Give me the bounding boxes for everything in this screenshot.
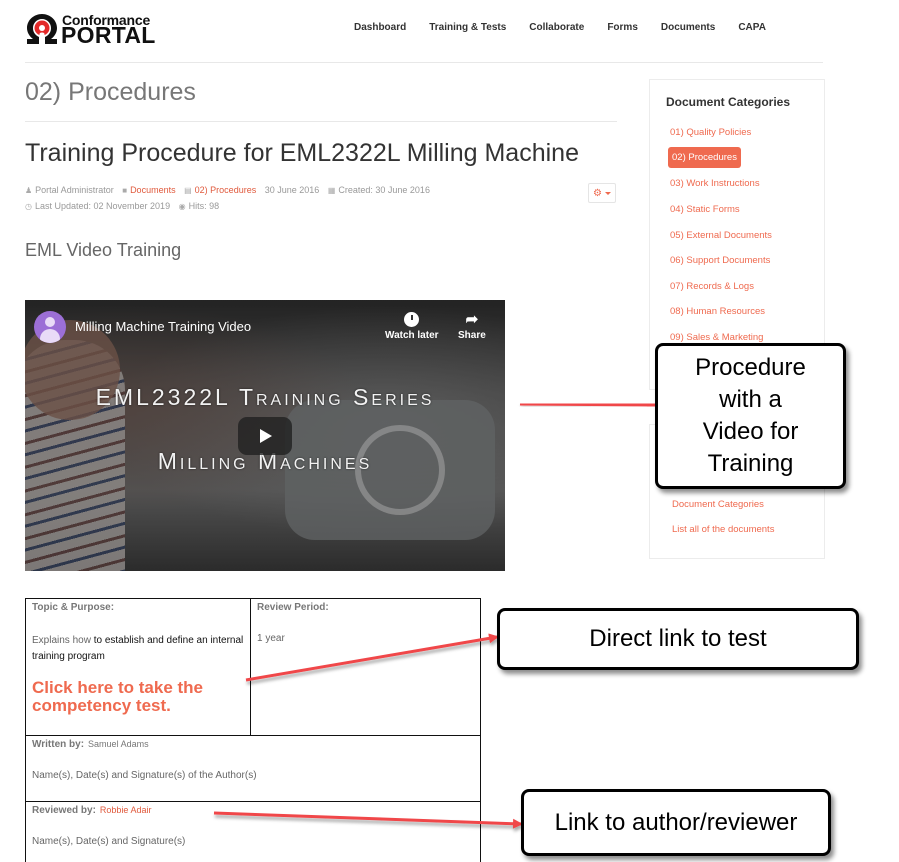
callout-author-reviewer: Link to author/reviewer	[521, 789, 831, 856]
link-document-categories[interactable]: Document Categories	[672, 499, 764, 510]
meta-last-updated: Last Updated: 02 November 2019	[34, 201, 171, 211]
main-nav: Dashboard Training & Tests Collaborate F…	[354, 22, 789, 33]
sidebar-item-support-documents[interactable]: 06) Support Documents	[670, 255, 770, 266]
nav-capa[interactable]: CAPA	[738, 22, 766, 33]
written-by-note: Name(s), Date(s) and Signature(s) of the…	[32, 770, 257, 781]
table-row: Written by: Samuel Adams Name(s), Date(s)…	[25, 735, 481, 802]
article-tools-dropdown[interactable]: ⚙	[588, 183, 616, 203]
share-label: Share	[458, 330, 486, 341]
arrow-to-video	[519, 399, 657, 410]
logo-omega-icon	[27, 14, 57, 44]
share-button[interactable]: ➦ Share	[458, 311, 486, 342]
meta-category-link[interactable]: 02) Procedures	[195, 185, 257, 195]
calendar-icon: ▦	[327, 186, 336, 195]
category-title: 02) Procedures	[25, 78, 196, 106]
article-meta-line-1: ♟ Portal Administrator ■ Documents ▤ 02) Pr…	[25, 185, 436, 195]
channel-avatar-icon[interactable]	[34, 311, 66, 343]
gear-icon: ⚙	[593, 187, 602, 199]
written-by-label: Written by:	[32, 739, 85, 750]
callout-video-training: Procedure with a Video for Training	[655, 343, 846, 489]
review-period-cell: Review Period: 1 year	[250, 598, 481, 736]
logo[interactable]: Conformance PORTAL	[25, 12, 165, 48]
review-period-value: 1 year	[257, 633, 285, 644]
clock-icon	[404, 312, 420, 327]
reviewed-by-note: Name(s), Date(s) and Signature(s)	[32, 836, 186, 847]
sidebar-item-external-documents[interactable]: 05) External Documents	[670, 230, 772, 241]
header-divider	[25, 62, 823, 63]
nav-dashboard[interactable]: Dashboard	[354, 22, 406, 33]
sidebar-item-records-logs[interactable]: 07) Records & Logs	[670, 281, 754, 292]
user-icon: ♟	[25, 186, 33, 195]
section-heading: EML Video Training	[25, 240, 182, 260]
table-row: Topic & Purpose: Explains how to establi…	[25, 598, 481, 736]
sidebar-item-procedures[interactable]: 02) Procedures	[668, 147, 741, 168]
written-by-cell: Written by: Samuel Adams Name(s), Date(s)…	[25, 735, 481, 802]
sidebar-item-sales-marketing[interactable]: 09) Sales & Marketing	[670, 332, 763, 343]
nav-documents[interactable]: Documents	[661, 22, 715, 33]
eye-icon: ◉	[178, 202, 186, 211]
article-title: Training Procedure for EML2322L Milling …	[25, 139, 579, 167]
watch-later-button[interactable]: Watch later	[385, 312, 439, 341]
table-row: Reviewed by: Robbie Adair Name(s), Date(s…	[25, 801, 481, 862]
nav-training-tests[interactable]: Training & Tests	[429, 22, 506, 33]
written-by-value: Samuel Adams	[88, 739, 149, 749]
document-info-table: Topic & Purpose: Explains how to establi…	[25, 598, 481, 862]
meta-author: Portal Administrator	[35, 185, 114, 195]
sidebar-item-quality-policies[interactable]: 01) Quality Policies	[670, 127, 751, 138]
review-period-label: Review Period:	[257, 602, 329, 613]
clock-icon: ◷	[25, 202, 32, 211]
play-button[interactable]	[238, 417, 292, 455]
video-title[interactable]: Milling Machine Training Video	[75, 319, 251, 334]
meta-hits: Hits: 98	[188, 201, 220, 211]
competency-test-link[interactable]: Click here to take the competency test.	[32, 679, 244, 715]
sidebar-item-static-forms[interactable]: 04) Static Forms	[670, 204, 740, 215]
meta-parent-category-link[interactable]: Documents	[130, 185, 176, 195]
meta-created: Created: 30 June 2016	[338, 185, 430, 195]
video-overlay-title: EML2322L Training Series	[95, 384, 435, 410]
topic-purpose-text: Explains how to establish and define an …	[32, 635, 244, 662]
reviewed-by-cell: Reviewed by: Robbie Adair Name(s), Date(s…	[25, 801, 481, 862]
nav-collaborate[interactable]: Collaborate	[529, 22, 584, 33]
sidebar-item-human-resources[interactable]: 08) Human Resources	[670, 306, 765, 317]
sidebar-title: Document Categories	[666, 95, 791, 109]
sidebar-item-work-instructions[interactable]: 03) Work Instructions	[670, 178, 760, 189]
nav-forms[interactable]: Forms	[607, 22, 638, 33]
share-arrow-icon: ➦	[465, 311, 479, 328]
callout-direct-link: Direct link to test	[497, 608, 859, 670]
link-list-all-documents[interactable]: List all of the documents	[672, 524, 774, 535]
reviewer-link[interactable]: Robbie Adair	[100, 805, 152, 815]
article-meta-line-2: ◷ Last Updated: 02 November 2019 ◉ Hits: 9…	[25, 201, 225, 211]
folder-open-icon: ▤	[184, 186, 192, 195]
title-divider	[25, 121, 617, 122]
topic-purpose-label: Topic & Purpose:	[32, 602, 115, 613]
video-player[interactable]: Milling Machine Training Video Watch lat…	[25, 300, 505, 571]
reviewed-by-label: Reviewed by:	[32, 805, 96, 816]
caret-down-icon	[604, 191, 611, 195]
watch-later-label: Watch later	[385, 330, 439, 341]
logo-text-bottom: PORTAL	[61, 22, 156, 48]
folder-icon: ■	[122, 186, 128, 195]
topic-purpose-cell: Topic & Purpose: Explains how to establi…	[25, 598, 251, 736]
meta-published: 30 June 2016	[264, 185, 320, 195]
